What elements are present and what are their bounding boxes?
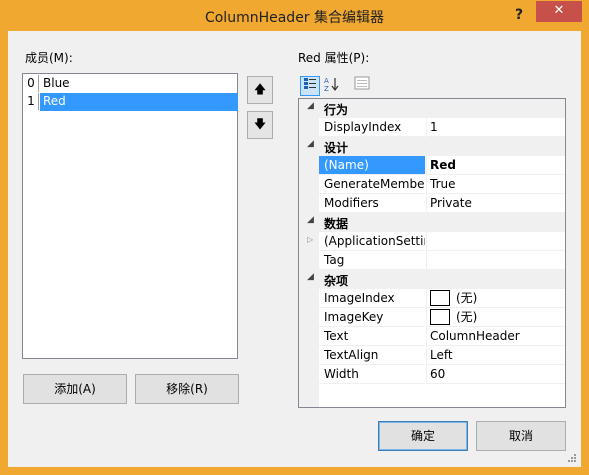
property-name: TextAlign	[319, 346, 425, 365]
property-name: (Name)	[319, 156, 425, 175]
dialog-window: ColumnHeader 集合编辑器 ? ✕ 成员(M): 0 Blue 1 R…	[0, 0, 589, 475]
property-row[interactable]: ImageIndex (无)	[299, 289, 565, 308]
property-value[interactable]	[426, 251, 565, 270]
property-row-selected[interactable]: (Name) Red	[299, 156, 565, 175]
move-down-button[interactable]: 🡇	[247, 111, 273, 139]
property-value[interactable]: (无)	[426, 289, 565, 308]
selection-highlight	[40, 93, 238, 111]
help-button[interactable]: ?	[505, 4, 533, 26]
category-row[interactable]: ◢ 杂项	[299, 270, 565, 289]
category-row[interactable]: ◢ 设计	[299, 137, 565, 156]
category-label: 行为	[324, 103, 349, 117]
property-value[interactable]: Red	[426, 156, 565, 175]
property-value[interactable]	[426, 232, 565, 251]
category-label: 杂项	[324, 274, 349, 288]
arrow-down-icon: 🡇	[253, 117, 267, 131]
expand-icon[interactable]: ▷	[307, 235, 313, 244]
add-button[interactable]: 添加(A)	[23, 374, 127, 404]
svg-text:A: A	[324, 77, 329, 85]
dialog-client-area: 成员(M): 0 Blue 1 Red 🡅 🡇 添加(A) 移除(R) Red …	[8, 31, 581, 467]
property-name: ImageIndex	[319, 289, 425, 308]
arrow-up-icon: 🡅	[253, 82, 267, 96]
title-bar[interactable]: ColumnHeader 集合编辑器 ? ✕	[0, 0, 589, 32]
property-name: Tag	[319, 251, 425, 270]
property-row[interactable]: Width 60	[299, 365, 565, 384]
property-value-text: (无)	[456, 291, 478, 305]
image-swatch-icon	[430, 289, 450, 306]
collapse-icon[interactable]: ◢	[307, 139, 314, 149]
categorized-view-button[interactable]	[300, 76, 320, 96]
svg-text:Z: Z	[324, 85, 329, 92]
list-item[interactable]: 0 Blue	[24, 75, 238, 93]
list-item-selected[interactable]: 1 Red	[24, 93, 238, 111]
property-name: ImageKey	[319, 308, 425, 327]
property-name: Width	[319, 365, 425, 384]
properties-label: Red 属性(P):	[298, 51, 370, 65]
property-row[interactable]: Text ColumnHeader	[299, 327, 565, 346]
remove-button[interactable]: 移除(R)	[135, 374, 239, 404]
category-row[interactable]: ◢ 数据	[299, 213, 565, 232]
property-grid[interactable]: ◢ 行为 DisplayIndex 1 ◢ 设计 (Name) Red Gene…	[298, 98, 566, 408]
close-button[interactable]: ✕	[536, 1, 582, 22]
property-name: (ApplicationSettin	[319, 232, 425, 251]
collapse-icon[interactable]: ◢	[307, 101, 314, 111]
image-swatch-icon	[430, 308, 450, 325]
property-row[interactable]: ImageKey (无)	[299, 308, 565, 327]
property-pages-button[interactable]	[352, 76, 372, 96]
property-name: DisplayIndex	[319, 118, 425, 137]
property-row[interactable]: GenerateMembe True	[299, 175, 565, 194]
cancel-button[interactable]: 取消	[476, 421, 566, 451]
property-value[interactable]: True	[426, 175, 565, 194]
member-name: Blue	[43, 76, 70, 90]
member-name: Red	[43, 94, 66, 108]
property-value[interactable]: 60	[426, 365, 565, 384]
property-row[interactable]: Modifiers Private	[299, 194, 565, 213]
category-row[interactable]: ◢ 行为	[299, 99, 565, 118]
property-pages-icon	[354, 76, 370, 90]
categorized-icon	[304, 78, 316, 89]
window-title: ColumnHeader 集合编辑器	[204, 10, 385, 26]
move-up-button[interactable]: 🡅	[247, 76, 273, 104]
member-index: 1	[24, 93, 39, 110]
collapse-icon[interactable]: ◢	[307, 272, 314, 282]
collapse-icon[interactable]: ◢	[307, 215, 314, 225]
category-label: 设计	[324, 141, 349, 155]
property-row[interactable]: Tag	[299, 251, 565, 270]
property-value[interactable]: Private	[426, 194, 565, 213]
property-name: GenerateMembe	[319, 175, 425, 194]
members-list[interactable]: 0 Blue 1 Red	[22, 73, 238, 359]
property-row[interactable]: TextAlign Left	[299, 346, 565, 365]
property-name: Text	[319, 327, 425, 346]
property-value[interactable]: (无)	[426, 308, 565, 327]
members-label: 成员(M):	[25, 51, 73, 65]
resize-grip-icon[interactable]	[567, 453, 577, 463]
member-index: 0	[24, 75, 39, 92]
property-value[interactable]: ColumnHeader	[426, 327, 565, 346]
ok-button[interactable]: 确定	[378, 421, 468, 451]
sort-az-icon: A Z	[324, 77, 339, 93]
property-value[interactable]: 1	[426, 118, 565, 137]
property-name: Modifiers	[319, 194, 425, 213]
alphabetical-view-button[interactable]: A Z	[322, 76, 342, 96]
property-row[interactable]: DisplayIndex 1	[299, 118, 565, 137]
category-label: 数据	[324, 217, 349, 231]
property-value[interactable]: Left	[426, 346, 565, 365]
property-value-text: (无)	[456, 310, 478, 324]
property-row[interactable]: ▷ (ApplicationSettin	[299, 232, 565, 251]
